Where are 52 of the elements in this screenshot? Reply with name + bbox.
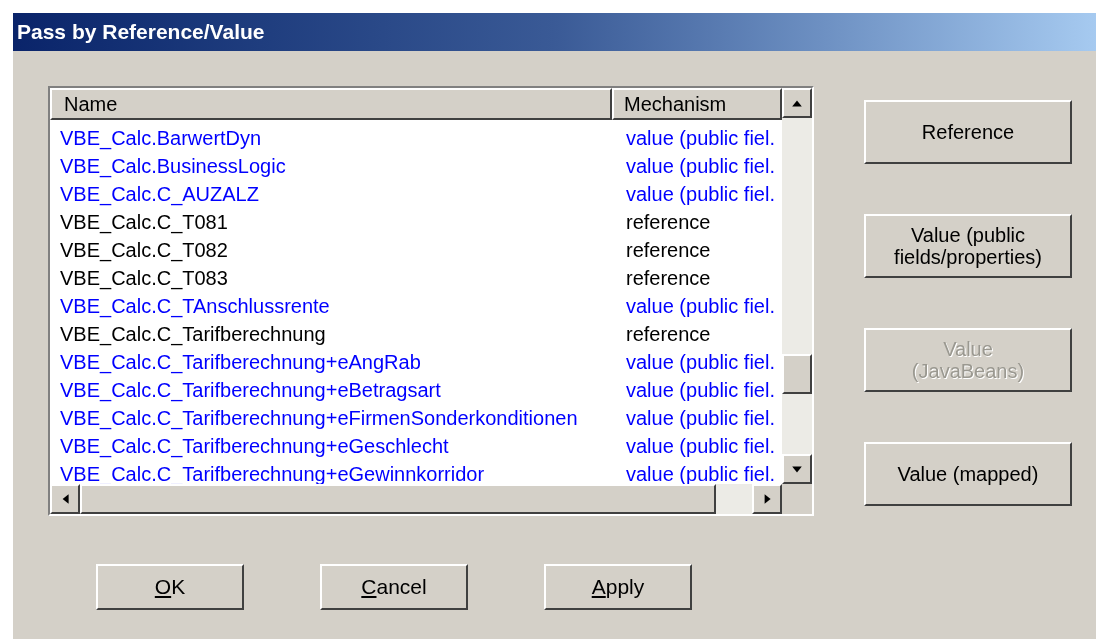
window-title: Pass by Reference/Value — [17, 19, 265, 46]
mechanism-button[interactable]: Value (mapped) — [864, 442, 1072, 506]
mechanism-cell-text: reference — [625, 266, 712, 291]
scroll-up-icon[interactable] — [782, 88, 812, 118]
dialog-button[interactable]: Apply — [544, 564, 692, 610]
mechanism-button[interactable]: Value (public fields/properties) — [864, 214, 1072, 278]
scroll-thumb[interactable] — [782, 354, 812, 394]
mechanism-cell-text: value (public fiel. — [625, 294, 776, 319]
dialog-button[interactable]: Cancel — [320, 564, 468, 610]
name-cell-text: VBE_Calc.C_AUZALZ — [59, 182, 260, 208]
mechanism-cell-text: value (public fiel. — [625, 182, 776, 207]
name-cell-text: VBE_Calc.C_TAnschlussrente — [59, 294, 331, 320]
name-cell-text: VBE_Calc.C_Tarifberechnung+eBetragsart — [59, 378, 442, 404]
column-header[interactable]: Name — [50, 88, 612, 120]
mechanism-cell-text: value (public fiel. — [625, 126, 776, 151]
dialog-button[interactable]: OK — [96, 564, 244, 610]
mechanism-cell-text: value (public fiel. — [625, 434, 776, 459]
list-row[interactable]: VBE_Calc.C_T081 reference — [50, 208, 782, 236]
scrollbar-corner — [782, 484, 812, 514]
name-cell-text: VBE_Calc.C_T083 — [59, 266, 229, 292]
list-row[interactable]: VBE_Calc.C_Tarifberechnung+eFirmenSonderkonditionen value (public fiel. — [50, 404, 782, 432]
mechanism-cell-text: reference — [625, 238, 712, 263]
name-cell-text: VBE_Calc.C_Tarifberechnung+eFirmenSonderkonditionen — [59, 406, 579, 432]
column-header[interactable]: Mechanism — [612, 88, 782, 120]
scroll-left-icon[interactable] — [50, 484, 80, 514]
list-row[interactable]: VBE_Calc.C_T082 reference — [50, 236, 782, 264]
list-row[interactable]: VBE_Calc.C_Tarifberechnung+eAngRab value (public fiel. — [50, 348, 782, 376]
name-cell-text: VBE_Calc.C_Tarifberechnung+eAngRab — [59, 350, 422, 376]
list-row[interactable]: VBE_Calc.C_TAnschlussrente value (public fiel. — [50, 292, 782, 320]
mechanism-cell-text: reference — [625, 210, 712, 235]
list-row[interactable]: VBE_Calc.BusinessLogic value (public fiel. — [50, 152, 782, 180]
name-cell-text: VBE_Calc.C_T082 — [59, 238, 229, 264]
vertical-scrollbar[interactable] — [782, 88, 812, 484]
name-cell-text: VBE_Calc.BusinessLogic — [59, 154, 287, 180]
name-cell-text: VBE_Calc.C_T081 — [59, 210, 229, 236]
scroll-down-icon[interactable] — [782, 454, 812, 484]
mechanism-button[interactable]: Reference — [864, 100, 1072, 164]
list-row[interactable]: VBE_Calc.C_Tarifberechnung+eGeschlecht value (public fiel. — [50, 432, 782, 460]
list-row[interactable]: VBE_Calc.C_T083 reference — [50, 264, 782, 292]
list-row[interactable]: VBE_Calc.C_Tarifberechnung reference — [50, 320, 782, 348]
list-row[interactable]: VBE_Calc.C_AUZALZ value (public fiel. — [50, 180, 782, 208]
list-row[interactable]: VBE_Calc.C_Tarifberechnung+eBetragsart value (public fiel. — [50, 376, 782, 404]
name-cell-text: VBE_Calc.C_Tarifberechnung+eGeschlecht — [59, 434, 450, 460]
mechanism-cell-text: value (public fiel. — [625, 350, 776, 375]
mechanism-cell-text: value (public fiel. — [625, 406, 776, 431]
mechanism-cell-text: value (public fiel. — [625, 154, 776, 179]
mechanism-cell-text: reference — [625, 322, 712, 347]
name-cell-text: VBE_Calc.BarwertDyn — [59, 126, 263, 152]
scroll-right-icon[interactable] — [752, 484, 782, 514]
list-row[interactable]: VBE_Calc.BarwertDyn value (public fiel. — [50, 124, 782, 152]
name-cell-text: VBE_Calc.C_Tarifberechnung — [59, 322, 327, 348]
mechanism-cell-text: value (public fiel. — [625, 378, 776, 403]
